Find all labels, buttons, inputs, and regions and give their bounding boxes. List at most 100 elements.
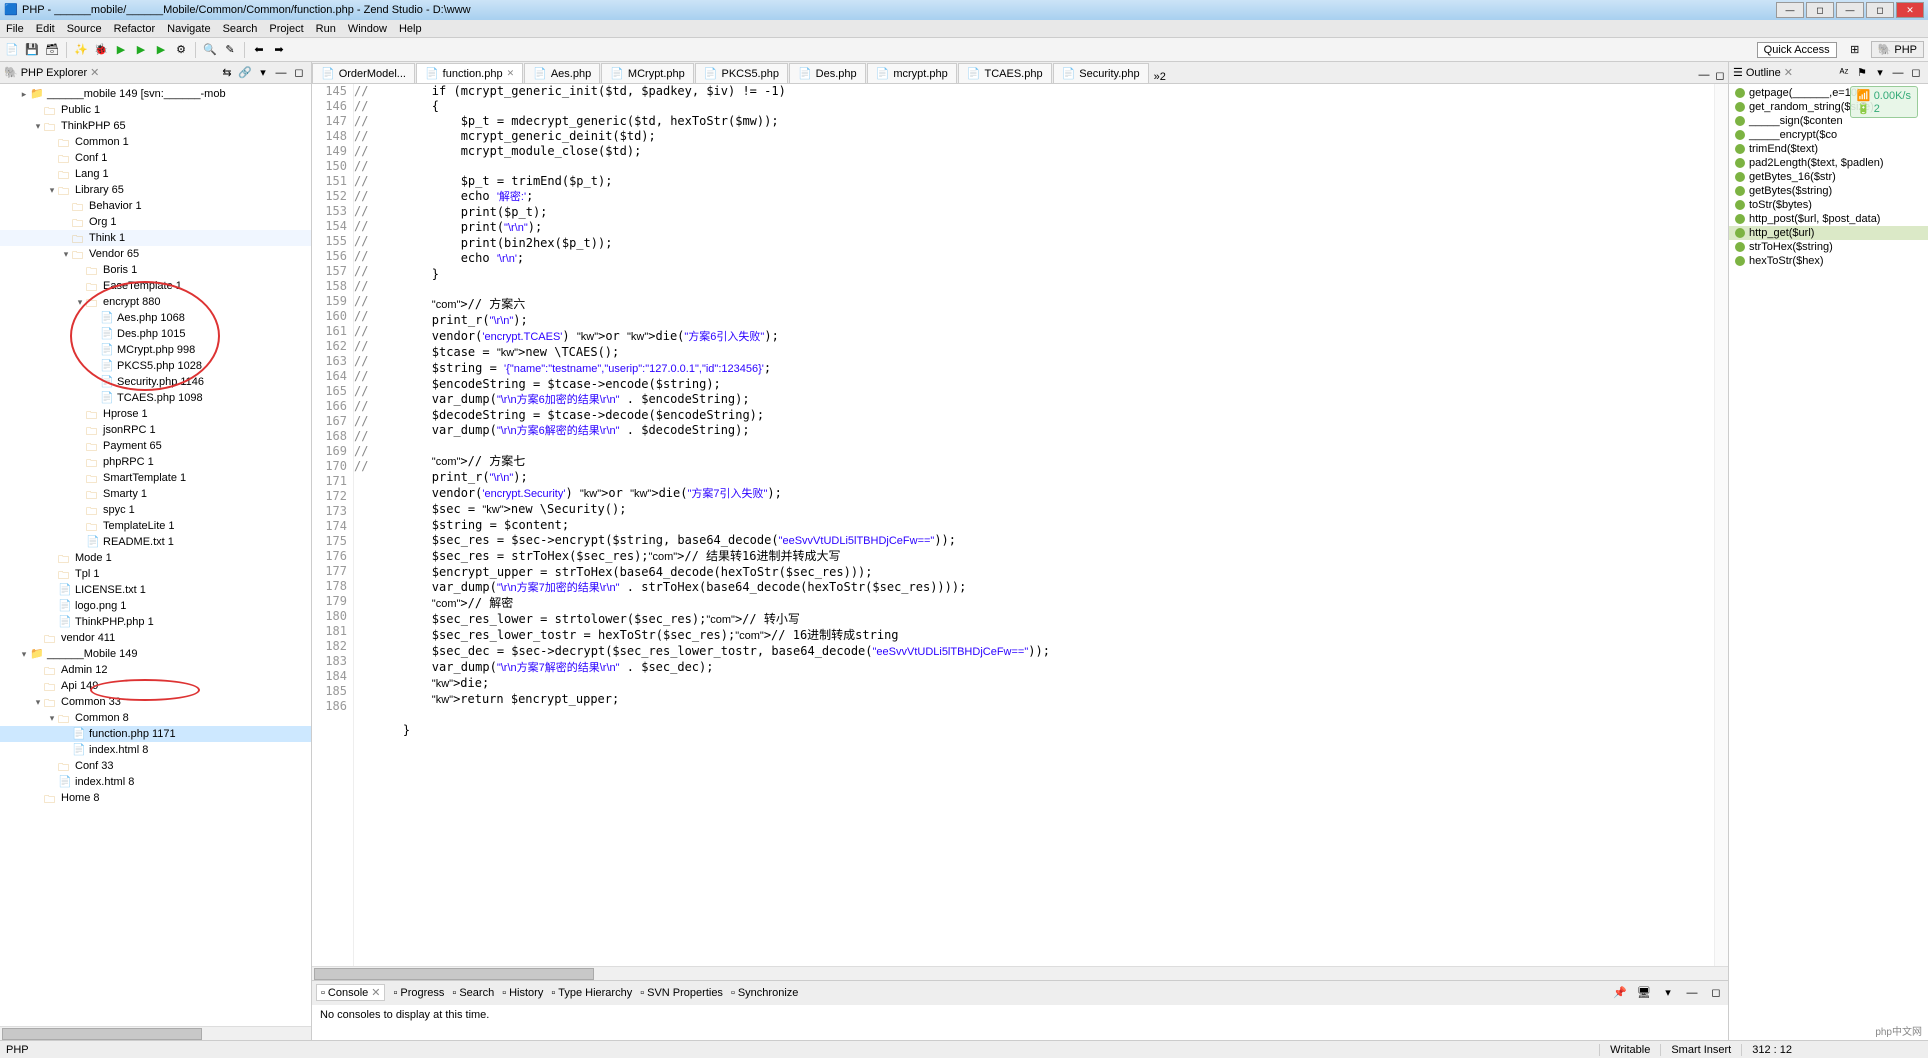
tree-item[interactable]: 📄Security.php 1146 [0,374,311,390]
tree-item[interactable]: 📄Aes.php 1068 [0,310,311,326]
view-menu-icon[interactable]: ▾ [255,65,271,81]
profile-icon[interactable]: ▶ [153,42,169,58]
menu-search[interactable]: Search [223,23,258,35]
tree-item[interactable]: 🗀Think 1 [0,230,311,246]
explorer-hscroll[interactable] [0,1026,311,1040]
run-icon[interactable]: ▶ [113,42,129,58]
tree-item[interactable]: 📄function.php 1171 [0,726,311,742]
run-ext-icon[interactable]: ▶ [133,42,149,58]
tree-toggle-icon[interactable]: ▾ [60,249,72,260]
outline-item[interactable]: getBytes_16($str) [1729,170,1928,184]
back-icon[interactable]: ⬅ [251,42,267,58]
editor-body[interactable]: 145 146 147 148 149 150 151 152 153 154 … [312,84,1728,966]
console-menu-icon[interactable]: ▾ [1660,985,1676,1001]
tree-item[interactable]: 🗀Conf 1 [0,150,311,166]
minimize-panel-icon[interactable]: — [273,65,289,81]
minimize-outline-icon[interactable]: — [1890,65,1906,81]
link-icon[interactable]: 🔗 [237,65,253,81]
tree-item[interactable]: 🗀Public 1 [0,102,311,118]
maximize-button[interactable]: ◻ [1866,2,1894,18]
tree-item[interactable]: 🗀Smarty 1 [0,486,311,502]
menu-project[interactable]: Project [269,23,303,35]
tree-item[interactable]: 🗀Admin 12 [0,662,311,678]
tree-item[interactable]: 📄logo.png 1 [0,598,311,614]
editor-tab[interactable]: 📄mcrypt.php [867,63,957,83]
bottom-tab-search[interactable]: ▫Search [452,987,494,999]
tree-toggle-icon[interactable]: ▾ [32,121,44,132]
tree-item[interactable]: 🗀Lang 1 [0,166,311,182]
restore-button[interactable]: ◻ [1806,2,1834,18]
menu-edit[interactable]: Edit [36,23,55,35]
tree-item[interactable]: 📄README.txt 1 [0,534,311,550]
close-button[interactable]: ✕ [1896,2,1924,18]
tree-item[interactable]: 🗀EaseTemplate 1 [0,278,311,294]
editor-tab[interactable]: 📄Des.php [789,63,866,83]
tree-item[interactable]: 📄ThinkPHP.php 1 [0,614,311,630]
perspective-php[interactable]: 🐘PHP [1871,41,1924,58]
tree-item[interactable]: 🗀jsonRPC 1 [0,422,311,438]
filter-icon[interactable]: ⚑ [1854,65,1870,81]
outline-item[interactable]: http_post($url, $post_data) [1729,212,1928,226]
tree-item[interactable]: ▾🗀Common 8 [0,710,311,726]
tree-item[interactable]: 📄Des.php 1015 [0,326,311,342]
tree-item[interactable]: 📄TCAES.php 1098 [0,390,311,406]
tree-item[interactable]: 📄PKCS5.php 1028 [0,358,311,374]
bottom-tab-console[interactable]: ▫Console✕ [316,984,385,1001]
bottom-tab-type-hierarchy[interactable]: ▫Type Hierarchy [551,987,632,999]
tree-item[interactable]: 📄MCrypt.php 998 [0,342,311,358]
fold-gutter[interactable]: // // // // // // // // // // // // // /… [354,84,370,966]
overview-ruler[interactable] [1714,84,1728,966]
tree-toggle-icon[interactable]: ▾ [18,649,30,660]
tab-close-icon[interactable]: ✕ [371,986,380,999]
tree-item[interactable]: ▾🗀encrypt 880 [0,294,311,310]
tabs-overflow[interactable]: »2 [1150,71,1170,83]
maximize-outline-icon[interactable]: ◻ [1908,65,1924,81]
minimize-button[interactable]: — [1776,2,1804,18]
tab-close-icon[interactable]: ✕ [507,68,515,79]
outline-menu-icon[interactable]: ▾ [1872,65,1888,81]
maximize-panel-icon[interactable]: ◻ [291,65,307,81]
tree-item[interactable]: 🗀Home 8 [0,790,311,806]
maximize-editor-icon[interactable]: ◻ [1712,67,1728,83]
tree-item[interactable]: ▸📁______mobile 149 [svn:______-mob [0,86,311,102]
outline-list[interactable]: 📶 0.00K/s 🔋 2 getpage(______,e=10)get_ra… [1729,84,1928,1040]
editor-tab[interactable]: 📄TCAES.php [958,63,1052,83]
tree-item[interactable]: ▾📁______Mobile 149 [0,646,311,662]
quick-access-field[interactable]: Quick Access [1757,42,1837,58]
menu-navigate[interactable]: Navigate [167,23,210,35]
minimize2-button[interactable]: — [1836,2,1864,18]
explorer-tree[interactable]: ▸📁______mobile 149 [svn:______-mob🗀Publi… [0,84,311,1026]
outline-item[interactable]: http_get($url) [1729,226,1928,240]
editor-tab[interactable]: 📄Aes.php [524,63,600,83]
forward-icon[interactable]: ➡ [271,42,287,58]
mark-icon[interactable]: ✎ [222,42,238,58]
tree-toggle-icon[interactable]: ▾ [32,697,44,708]
outline-item[interactable]: strToHex($string) [1729,240,1928,254]
tree-item[interactable]: ▾🗀Vendor 65 [0,246,311,262]
tree-item[interactable]: 🗀Conf 33 [0,758,311,774]
console-display-icon[interactable]: 🖥 [1636,985,1652,1001]
wand-icon[interactable]: ✨ [73,42,89,58]
tree-item[interactable]: 🗀phpRPC 1 [0,454,311,470]
maximize-console-icon[interactable]: ◻ [1708,985,1724,1001]
tree-item[interactable]: 📄LICENSE.txt 1 [0,582,311,598]
tree-item[interactable]: 🗀Hprose 1 [0,406,311,422]
code-area[interactable]: if (mcrypt_generic_init($td, $padkey, $i… [370,84,1714,966]
tree-item[interactable]: 🗀TemplateLite 1 [0,518,311,534]
editor-tab[interactable]: 📄MCrypt.php [601,63,694,83]
editor-tab[interactable]: 📄function.php✕ [416,63,523,83]
tree-toggle-icon[interactable]: ▾ [74,297,86,308]
editor-tab[interactable]: 📄Security.php [1053,63,1149,83]
tree-item[interactable]: 🗀spyc 1 [0,502,311,518]
editor-hscroll[interactable] [312,966,1728,980]
menu-refactor[interactable]: Refactor [114,23,156,35]
minimize-editor-icon[interactable]: — [1696,67,1712,83]
collapse-icon[interactable]: ⇆ [219,65,235,81]
menu-window[interactable]: Window [348,23,387,35]
tree-item[interactable]: 🗀Boris 1 [0,262,311,278]
tree-item[interactable]: 🗀vendor 411 [0,630,311,646]
outline-item[interactable]: toStr($bytes) [1729,198,1928,212]
tree-item[interactable]: 🗀Common 1 [0,134,311,150]
sort-icon[interactable]: ᴬᶻ [1836,65,1852,81]
bottom-tab-history[interactable]: ▫History [502,987,543,999]
